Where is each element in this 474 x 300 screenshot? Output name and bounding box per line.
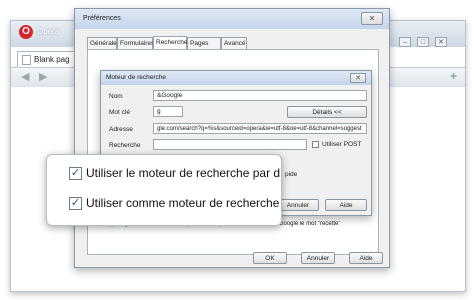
- tab-recherche[interactable]: Recherche: [153, 36, 187, 49]
- arrow-left-icon[interactable]: ◀: [21, 70, 29, 83]
- default-engine-label: Utiliser le moteur de recherche par d: [86, 166, 281, 180]
- preferences-title: Préférences: [75, 9, 389, 29]
- zoom-callout: ✓ Utiliser le moteur de recherche par d …: [46, 154, 282, 226]
- close-icon[interactable]: ✕: [435, 37, 447, 47]
- tab-pages-web[interactable]: Pages web: [187, 37, 221, 58]
- post-checkbox[interactable]: [312, 141, 319, 148]
- tab-label: Blank pag: [34, 55, 70, 64]
- tab-formulaires[interactable]: Formulaires: [117, 37, 154, 49]
- search-cancel-button[interactable]: Annuler: [277, 199, 319, 211]
- checkbox-checked-icon[interactable]: ✓: [69, 167, 82, 180]
- plus-icon[interactable]: ✚: [450, 72, 457, 81]
- speed-dial-engine-label: Utiliser comme moteur de recherche: [86, 196, 280, 210]
- close-icon[interactable]: ✕: [361, 12, 383, 25]
- tab-avance[interactable]: Avancé: [221, 37, 247, 49]
- page-icon: [22, 55, 31, 65]
- name-label: Nom: [109, 93, 123, 100]
- keyword-field[interactable]: g: [153, 106, 183, 117]
- name-field[interactable]: &Google: [153, 90, 367, 101]
- help-button[interactable]: Aide: [349, 252, 383, 264]
- search-help-button[interactable]: Aide: [325, 199, 367, 211]
- browser-tab[interactable]: Blank pag: [17, 51, 81, 67]
- address-label: Adresse: [109, 126, 133, 133]
- close-icon[interactable]: ✕: [350, 73, 366, 83]
- tab-generales[interactable]: Générales: [87, 37, 120, 49]
- address-field[interactable]: gle.com/search?q=%s&sourceid=opera&ie=ut…: [153, 123, 367, 134]
- post-label: Utiliser POST: [322, 141, 362, 148]
- details-button[interactable]: Détails <<: [287, 106, 367, 118]
- arrow-right-icon[interactable]: ▶: [39, 70, 47, 83]
- truncated-option-text: pide: [285, 171, 298, 178]
- maximize-icon[interactable]: □: [417, 37, 429, 47]
- keyword-label: Mot clé: [109, 109, 130, 116]
- minimize-icon[interactable]: –: [399, 37, 411, 47]
- cancel-button[interactable]: Annuler: [301, 252, 335, 264]
- window-controls: – □ ✕: [397, 37, 459, 49]
- checkbox-checked-icon[interactable]: ✓: [69, 197, 82, 210]
- opera-menu-label[interactable]: Opera: [37, 27, 59, 36]
- opera-logo-icon[interactable]: O: [19, 25, 33, 39]
- ok-button[interactable]: OK: [253, 252, 287, 264]
- search-label: Recherche: [109, 142, 141, 149]
- search-field[interactable]: [153, 139, 307, 150]
- search-engine-title: Moteur de recherche: [101, 71, 371, 85]
